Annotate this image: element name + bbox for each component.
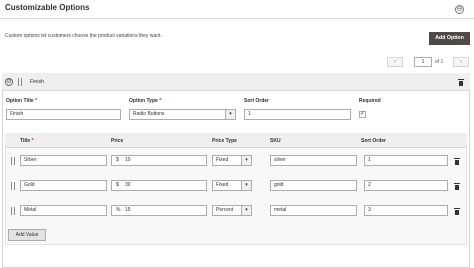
chevron-down-icon: ▾ [225,110,235,119]
column-sort-order: Sort Order [361,138,387,144]
value-title-input[interactable]: Gold [20,180,107,191]
option-type-select[interactable]: Radio Buttons ▾ [129,109,236,120]
drag-handle-icon[interactable] [18,78,22,86]
sort-order-label: Sort Order [244,98,270,104]
value-price-input[interactable]: $ 10 [111,155,207,166]
row-drag-handle-icon[interactable] [11,182,15,190]
chevron-down-icon: ▾ [241,206,251,215]
pager-next-button[interactable]: › [453,57,469,67]
required-label: Required [359,98,381,104]
column-price-type: Price Type [212,138,237,144]
option-name: Finish [30,79,45,85]
add-option-button[interactable]: Add Option [429,32,470,45]
value-price-input[interactable]: $ 30 [111,180,207,191]
row-drag-handle-icon[interactable] [11,207,15,215]
chevron-down-icon: ▾ [241,156,251,165]
pager-prev-button[interactable]: ‹ [387,57,403,67]
delete-option-icon[interactable] [458,79,464,86]
value-sku-input[interactable]: gold [270,180,357,191]
column-title: Title * [20,138,34,144]
option-type-label: Option Type * [129,98,162,104]
delete-value-icon[interactable] [454,183,460,190]
delete-value-icon[interactable] [454,208,460,215]
value-sort-input[interactable]: 3 [364,205,448,216]
value-sku-input[interactable]: metal [270,205,357,216]
collapse-section-icon[interactable]: ⊖ [455,5,464,14]
add-value-button[interactable]: Add Value [8,229,46,241]
price-type-select[interactable]: Fixed ▾ [212,155,252,166]
pager-total: of 1 [435,59,444,65]
row-drag-handle-icon[interactable] [11,157,15,165]
delete-value-icon[interactable] [454,158,460,165]
value-sort-input[interactable]: 2 [364,180,448,191]
option-title-input[interactable]: Finish [6,109,121,120]
value-title-input[interactable]: Metal [20,205,107,216]
value-sku-input[interactable]: silver [270,155,357,166]
price-type-select[interactable]: Fixed ▾ [212,180,252,191]
price-type-select[interactable]: Percent ▾ [212,205,252,216]
pager-page-input[interactable]: 1 [414,57,432,67]
required-checkbox[interactable]: ✓ [359,111,366,118]
column-price: Price [111,138,124,144]
section-intro: Custom options let customers choose the … [5,33,162,39]
option-header[interactable] [2,73,470,91]
collapse-option-icon[interactable]: ⊖ [5,78,13,86]
section-title: Customizable Options [5,3,90,12]
price-prefix: $ [116,182,119,188]
header-divider [0,18,474,19]
value-price-input[interactable]: % 15 [111,205,207,216]
sort-order-input[interactable]: 1 [244,109,351,120]
option-title-label: Option Title * [6,98,38,104]
price-prefix: $ [116,157,119,163]
value-sort-input[interactable]: 1 [364,155,448,166]
price-prefix: % [116,207,121,213]
chevron-down-icon: ▾ [241,181,251,190]
value-title-input[interactable]: Silver [20,155,107,166]
column-sku: SKU [270,138,281,144]
